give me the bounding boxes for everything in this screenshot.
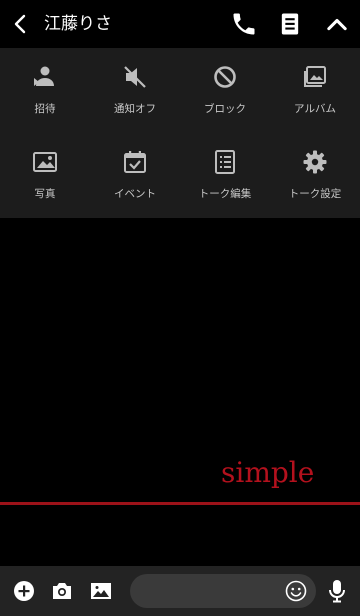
chat-menu-panel: 招待 通知オフ ブロック アルバム 写真 イベント トーク編集 トーク設定 (0, 48, 360, 218)
menu-item-block[interactable]: ブロック (180, 48, 270, 133)
emoji-icon[interactable] (284, 579, 308, 603)
notes-icon[interactable] (276, 10, 304, 38)
menu-label-block: ブロック (204, 103, 246, 115)
album-icon (304, 66, 326, 87)
photo-icon (33, 152, 57, 172)
image-icon[interactable] (89, 579, 113, 603)
camera-icon[interactable] (50, 579, 74, 603)
chat-area: simple (0, 218, 360, 566)
invite-person-icon (34, 66, 54, 86)
menu-label-talk-settings: トーク設定 (288, 188, 342, 200)
chat-title: 江藤りさ (44, 14, 112, 34)
phone-icon[interactable] (230, 10, 258, 38)
menu-label-photo: 写真 (34, 188, 56, 200)
menu-label-invite: 招待 (34, 103, 56, 115)
chevron-left-icon[interactable] (10, 12, 32, 36)
menu-label-album: アルバム (294, 103, 336, 115)
menu-item-event[interactable]: イベント (90, 133, 180, 218)
menu-item-mute[interactable]: 通知オフ (90, 48, 180, 133)
menu-item-talk-settings[interactable]: トーク設定 (270, 133, 360, 218)
menu-item-invite[interactable]: 招待 (0, 48, 90, 133)
menu-label-edit-talk: トーク編集 (198, 188, 252, 200)
plus-circle-icon[interactable] (12, 579, 36, 603)
message-input-bar (0, 566, 360, 616)
block-icon (214, 66, 236, 88)
menu-item-photo[interactable]: 写真 (0, 133, 90, 218)
menu-item-album[interactable]: アルバム (270, 48, 360, 133)
speaker-muted-icon (124, 66, 146, 88)
edit-list-icon (215, 150, 235, 174)
microphone-icon[interactable] (326, 578, 348, 604)
gear-icon (303, 150, 327, 174)
calendar-check-icon (124, 151, 146, 173)
message-input[interactable] (130, 574, 316, 608)
menu-label-event: イベント (114, 188, 156, 200)
chat-header: 江藤りさ (0, 0, 360, 48)
menu-item-edit-talk[interactable]: トーク編集 (180, 133, 270, 218)
menu-label-mute: 通知オフ (114, 103, 156, 115)
chevron-up-icon[interactable] (323, 10, 351, 38)
theme-divider-line (0, 502, 360, 505)
theme-watermark-text: simple (221, 456, 315, 489)
